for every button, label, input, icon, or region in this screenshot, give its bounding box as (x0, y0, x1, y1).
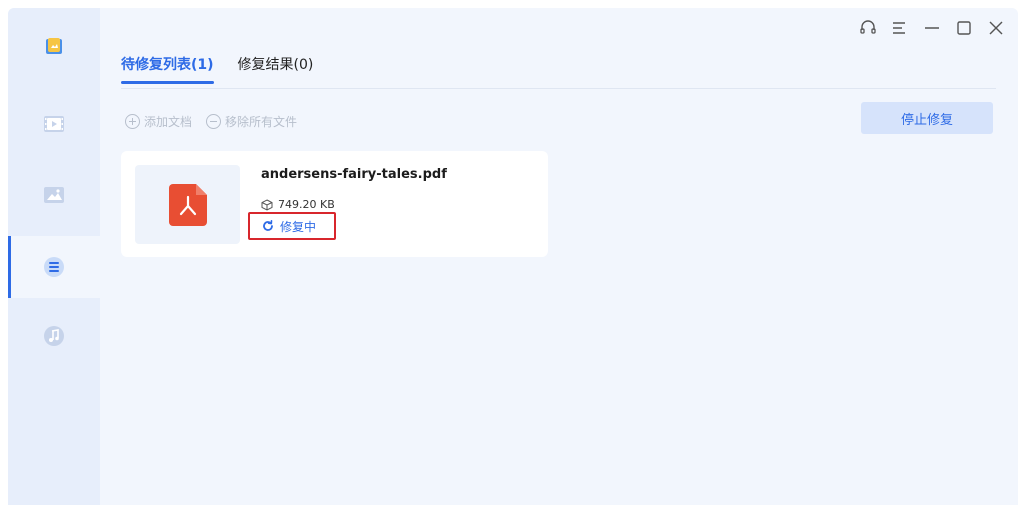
tab-divider (121, 88, 996, 89)
minimize-icon (925, 27, 939, 29)
photo-folder-icon (46, 38, 62, 54)
add-document-button[interactable]: 添加文档 (125, 113, 192, 130)
file-size-row: 749.20 KB (261, 198, 335, 211)
sidebar (8, 8, 100, 505)
repair-status: 修复中 (248, 212, 336, 240)
video-icon (44, 116, 64, 132)
close-button[interactable] (986, 18, 1006, 38)
menu-icon (893, 22, 905, 34)
refresh-spinner-icon (263, 220, 273, 231)
minimize-button[interactable] (922, 18, 942, 38)
tab-repair-list[interactable]: 待修复列表(1) (121, 54, 214, 84)
menu-button[interactable] (890, 18, 910, 38)
close-icon (989, 21, 1003, 35)
file-thumbnail (135, 165, 240, 244)
sidebar-item-photo-repair[interactable] (8, 15, 100, 77)
file-name: andersens-fairy-tales.pdf (261, 167, 447, 182)
app-window: 待修复列表(1) 修复结果(0) 添加文档 移除所有文件 停止修复 anders… (8, 8, 1018, 505)
tab-bar: 待修复列表(1) 修复结果(0) (121, 54, 313, 84)
add-document-label: 添加文档 (144, 115, 193, 129)
file-card: andersens-fairy-tales.pdf 749.20 KB 修复中 (121, 151, 548, 257)
image-icon (44, 187, 64, 203)
tab-repair-results[interactable]: 修复结果(0) (238, 54, 314, 84)
stop-repair-button[interactable]: 停止修复 (861, 102, 993, 134)
support-button[interactable] (858, 18, 878, 38)
sidebar-item-document-repair[interactable] (8, 236, 100, 298)
pdf-icon (168, 183, 207, 226)
maximize-icon (957, 21, 971, 35)
file-size: 749.20 KB (278, 198, 335, 211)
headset-icon (860, 20, 876, 34)
window-controls (858, 18, 1006, 38)
package-icon (261, 198, 273, 211)
sidebar-item-audio-repair[interactable] (8, 305, 100, 367)
remove-all-files-button[interactable]: 移除所有文件 (206, 113, 297, 130)
audio-icon (44, 326, 64, 346)
document-icon (44, 257, 64, 277)
sidebar-item-image-repair[interactable] (8, 164, 100, 226)
add-circle-icon (125, 114, 140, 129)
toolbar: 添加文档 移除所有文件 (125, 113, 297, 130)
sidebar-item-video-repair[interactable] (8, 93, 100, 155)
maximize-button[interactable] (954, 18, 974, 38)
remove-circle-icon (206, 114, 222, 129)
repair-status-text: 修复中 (280, 219, 317, 234)
remove-all-label: 移除所有文件 (225, 115, 298, 129)
